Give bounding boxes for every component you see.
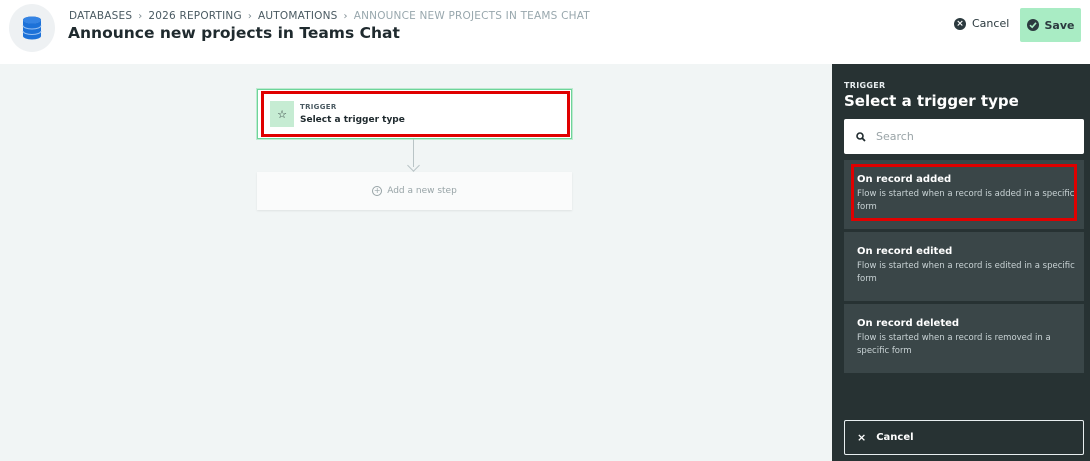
add-step-button[interactable]: + Add a new step	[257, 172, 572, 210]
trigger-option-name: On record edited	[857, 246, 953, 257]
chevron-right-icon: ›	[247, 10, 253, 22]
trigger-step-card[interactable]: ☆ TRIGGER Select a trigger type	[257, 89, 572, 139]
header: DATABASES › 2026 REPORTING › AUTOMATIONS…	[0, 0, 1090, 64]
trigger-option-name: On record added	[857, 174, 952, 185]
trigger-option-record-added[interactable]: On record added Flow is started when a r…	[844, 160, 1084, 229]
trigger-option-description: Flow is started when a record is removed…	[857, 333, 1051, 356]
panel-cancel-label: Cancel	[876, 432, 914, 443]
trigger-option-description: Flow is started when a record is edited …	[857, 261, 1075, 284]
trigger-option-record-deleted[interactable]: On record deleted Flow is started when a…	[844, 304, 1084, 373]
panel-cancel-button[interactable]: × Cancel	[844, 420, 1084, 455]
flow-canvas: ☆ TRIGGER Select a trigger type + Add a …	[0, 64, 832, 461]
cancel-button-label: Cancel	[972, 17, 1010, 30]
trigger-step-label: Select a trigger type	[300, 115, 405, 125]
save-button-label: Save	[1044, 18, 1075, 32]
close-icon: ×	[857, 431, 867, 444]
breadcrumb-item-databases[interactable]: DATABASES	[69, 10, 132, 22]
search-field[interactable]	[844, 119, 1084, 154]
trigger-option-name: On record deleted	[857, 318, 960, 329]
breadcrumb-item-current: ANNOUNCE NEW PROJECTS IN TEAMS CHAT	[353, 10, 590, 22]
plus-circle-icon: +	[372, 186, 383, 196]
search-input[interactable]	[876, 130, 1066, 143]
breadcrumb-item-automations[interactable]: AUTOMATIONS	[258, 10, 337, 22]
arrow-down-icon	[407, 159, 420, 172]
save-button[interactable]: Save	[1020, 8, 1081, 42]
cancel-button[interactable]: × Cancel	[954, 17, 1009, 30]
check-icon	[1026, 19, 1039, 31]
close-icon: ×	[954, 17, 966, 30]
database-icon	[9, 4, 55, 52]
panel-kicker: TRIGGER	[844, 81, 886, 90]
chevron-right-icon: ›	[343, 10, 348, 22]
chevron-right-icon: ›	[138, 10, 143, 22]
trigger-option-description: Flow is started when a record is added i…	[857, 189, 1075, 212]
selection-highlight	[261, 91, 570, 137]
trigger-option-record-edited[interactable]: On record edited Flow is started when a …	[844, 232, 1084, 301]
trigger-step-kicker: TRIGGER	[300, 103, 337, 111]
breadcrumb: DATABASES › 2026 REPORTING › AUTOMATIONS…	[69, 10, 590, 22]
star-icon: ☆	[270, 101, 294, 127]
page-title: Announce new projects in Teams Chat	[68, 24, 400, 42]
add-step-label: Add a new step	[387, 186, 457, 196]
breadcrumb-item-reporting[interactable]: 2026 REPORTING	[148, 10, 241, 22]
trigger-type-panel: TRIGGER Select a trigger type On record …	[832, 64, 1090, 461]
search-icon	[856, 127, 866, 146]
panel-title: Select a trigger type	[844, 92, 1019, 110]
